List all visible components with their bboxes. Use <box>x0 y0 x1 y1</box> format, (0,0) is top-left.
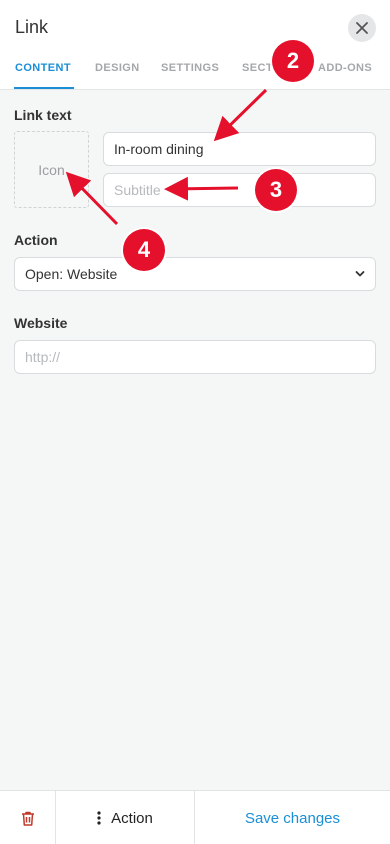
action-select-value: Open: Website <box>25 266 118 282</box>
save-changes-label: Save changes <box>244 809 341 827</box>
tab-settings[interactable]: SETTINGS <box>161 62 219 74</box>
panel-footer: Action Save changes <box>0 790 390 844</box>
link-text-input[interactable] <box>103 132 376 166</box>
website-input[interactable] <box>14 340 376 374</box>
link-text-label: Link text <box>14 107 72 123</box>
annotation-badge-2: 2 <box>272 40 314 82</box>
chevron-down-icon <box>355 271 365 277</box>
annotation-arrow-2 <box>213 88 268 142</box>
annotation-arrows <box>65 88 268 226</box>
close-icon <box>356 22 368 34</box>
website-label: Website <box>14 315 68 331</box>
tab-sections[interactable]: SECT <box>242 62 273 74</box>
action-select[interactable]: Open: Website <box>14 257 376 291</box>
close-button[interactable] <box>348 14 376 42</box>
tab-bar: CONTENT DESIGN SETTINGS SECT ADD-ONS <box>0 52 390 90</box>
panel-header: Link CONTENT DESIGN SETTINGS SECT ADD-ON… <box>0 0 390 90</box>
annotation-badge-3: 3 <box>255 169 297 211</box>
active-tab-indicator <box>14 87 74 89</box>
icon-picker[interactable]: Icon <box>14 131 89 208</box>
more-vertical-icon <box>97 811 101 825</box>
trash-icon <box>21 811 34 826</box>
action-menu-button[interactable]: Action <box>56 791 195 844</box>
delete-button[interactable] <box>0 791 56 844</box>
tab-content[interactable]: CONTENT <box>15 62 71 74</box>
subtitle-input[interactable] <box>103 173 376 207</box>
action-label: Action <box>14 232 58 248</box>
annotation-badge-4: 4 <box>123 229 165 271</box>
action-menu-label: Action <box>111 809 153 827</box>
icon-placeholder-text: Icon <box>38 161 65 178</box>
panel-title: Link <box>15 17 49 37</box>
tab-design[interactable]: DESIGN <box>95 62 140 74</box>
tab-add-ons[interactable]: ADD-ONS <box>318 62 372 74</box>
save-changes-button[interactable]: Save changes <box>195 791 390 844</box>
